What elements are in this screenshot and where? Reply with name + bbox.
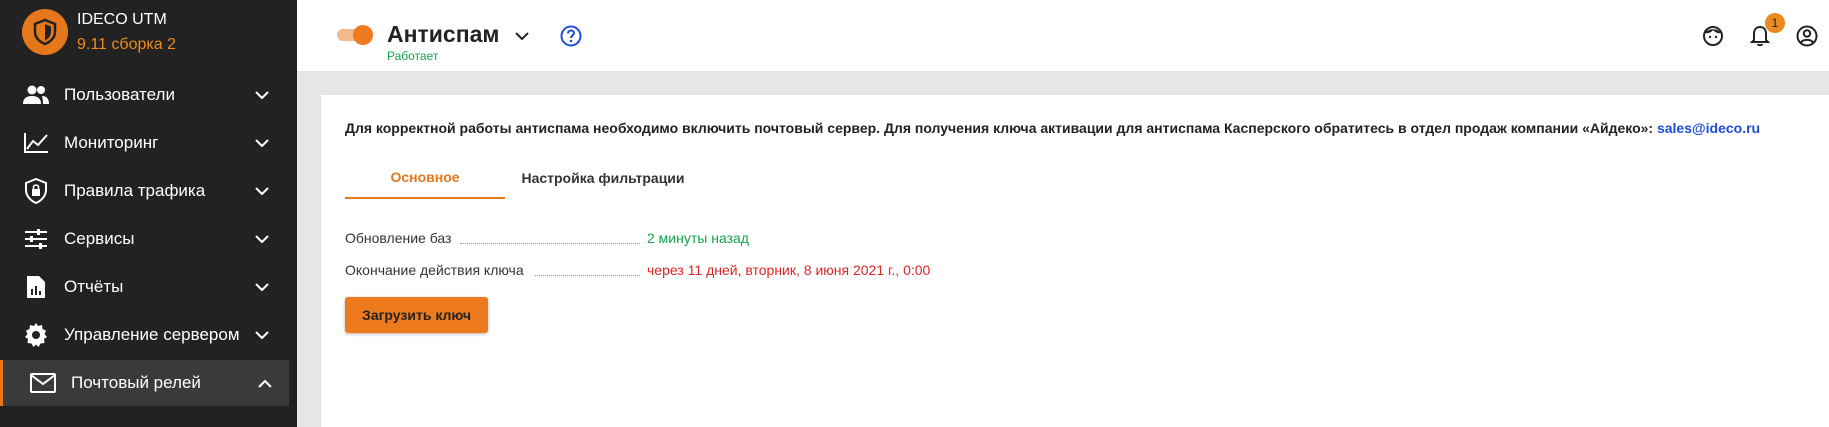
brand-name: IDECO UTM <box>77 11 167 28</box>
detail-value: 2 минуты назад <box>647 230 749 246</box>
chevron-down-icon <box>252 229 272 249</box>
users-icon <box>22 81 50 109</box>
chevron-down-icon <box>252 133 272 153</box>
info-text: Для корректной работы антиспама необходи… <box>345 120 1657 136</box>
help-icon[interactable] <box>559 24 583 48</box>
sidebar-item-label: Почтовый релей <box>71 373 201 392</box>
toggle-knob <box>353 25 373 45</box>
chart-line-icon <box>22 129 50 157</box>
dotted-leader <box>460 243 640 244</box>
sidebar-item-traffic-rules[interactable]: Правила трафика <box>0 168 289 214</box>
account-icon[interactable] <box>1793 22 1821 50</box>
sidebar-item-users[interactable]: Пользователи <box>0 72 289 118</box>
sidebar: IDECO UTM 9.11 сборка 2 Пользователи Мон… <box>0 0 297 427</box>
notification-badge: 1 <box>1765 13 1785 33</box>
chevron-down-icon[interactable] <box>510 24 534 48</box>
sales-email-link[interactable]: sales@ideco.ru <box>1657 120 1760 136</box>
detail-key: Обновление баз <box>345 230 456 246</box>
sidebar-item-label: Сервисы <box>64 229 135 248</box>
brand: IDECO UTM 9.11 сборка 2 <box>0 0 297 64</box>
sidebar-item-server-management[interactable]: Управление сервером <box>0 312 289 358</box>
detail-value: через 11 дней, вторник, 8 июня 2021 г., … <box>647 262 931 278</box>
mail-icon <box>29 369 57 397</box>
report-icon <box>22 273 50 301</box>
support-icon[interactable] <box>1699 22 1727 50</box>
sidebar-item-label: Мониторинг <box>64 133 159 152</box>
ideco-logo-icon <box>22 9 68 55</box>
shield-lock-icon <box>22 177 50 205</box>
chevron-up-icon <box>255 373 275 393</box>
sidebar-item-mail-relay[interactable]: Почтовый релей <box>0 360 289 406</box>
sidebar-item-label: Управление сервером <box>64 325 240 344</box>
detail-key: Окончание действия ключа <box>345 262 528 278</box>
sidebar-item-label: Правила трафика <box>64 181 206 200</box>
tab-basic[interactable]: Основное <box>345 157 505 199</box>
brand-version: 9.11 сборка 2 <box>77 36 176 53</box>
sidebar-item-label: Пользователи <box>64 85 175 104</box>
info-message: Для корректной работы антиспама необходи… <box>345 120 1760 136</box>
chevron-down-icon <box>252 277 272 297</box>
antispam-toggle[interactable] <box>337 25 373 45</box>
sidebar-item-services[interactable]: Сервисы <box>0 216 289 262</box>
gear-icon <box>22 321 50 349</box>
top-bar: Антиспам Работает <box>297 0 1829 71</box>
sidebar-item-monitoring[interactable]: Мониторинг <box>0 120 289 166</box>
chevron-down-icon <box>252 85 272 105</box>
upload-key-button[interactable]: Загрузить ключ <box>345 297 488 333</box>
status-text: Работает <box>387 49 439 63</box>
chevron-down-icon <box>252 325 272 345</box>
sidebar-item-reports[interactable]: Отчёты <box>0 264 289 310</box>
detail-row-db-update: Обновление баз 2 минуты назад <box>345 230 1045 250</box>
dotted-leader <box>535 275 640 276</box>
sidebar-item-label: Отчёты <box>64 277 124 296</box>
main-card: Для корректной работы антиспама необходи… <box>321 95 1829 427</box>
chevron-down-icon <box>252 181 272 201</box>
sliders-icon <box>22 225 50 253</box>
page-title: Антиспам <box>387 21 500 47</box>
detail-row-key-expiry: Окончание действия ключа через 11 дней, … <box>345 262 1045 282</box>
tab-filter-settings[interactable]: Настройка фильтрации <box>505 157 701 199</box>
